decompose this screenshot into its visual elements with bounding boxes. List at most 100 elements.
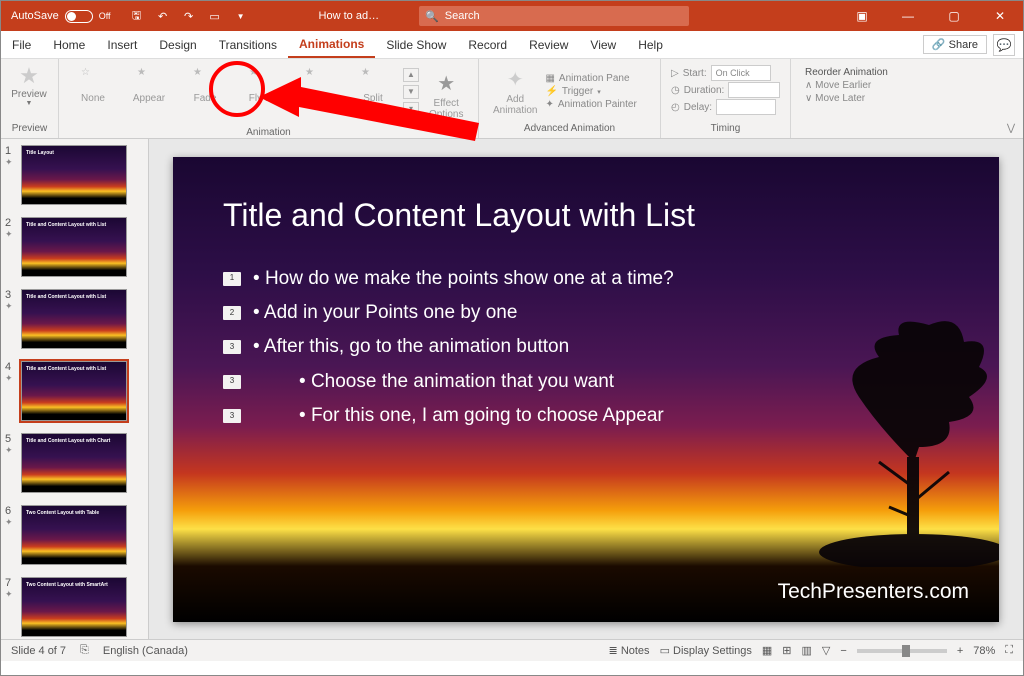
delay-label: Delay: — [684, 102, 712, 113]
zoom-in-icon[interactable]: + — [957, 645, 963, 657]
trigger-button[interactable]: ⚡Trigger ▾ — [545, 86, 636, 97]
fit-to-window-icon[interactable]: ⛶ — [1005, 644, 1013, 657]
delay-icon: ◴ — [671, 102, 680, 113]
effect-options-button[interactable]: ★ Effect Options — [423, 67, 469, 124]
move-later-button[interactable]: ∨ Move Later — [805, 93, 985, 104]
sorter-view-icon[interactable]: ⊞ — [782, 644, 791, 657]
normal-view-icon[interactable]: ▦ — [762, 644, 772, 657]
trigger-icon: ⚡ — [545, 86, 557, 97]
thumbnail-3[interactable]: 3✦Title and Content Layout with List — [1, 283, 148, 355]
animation-painter-button[interactable]: ✦Animation Painter — [545, 99, 636, 110]
anim-float-in[interactable]: ★Float In — [291, 67, 343, 104]
tab-review[interactable]: Review — [518, 31, 579, 58]
tab-view[interactable]: View — [579, 31, 627, 58]
zoom-level[interactable]: 78% — [973, 645, 995, 657]
gallery-more[interactable]: ▲▼▾ — [403, 67, 419, 117]
tab-transitions[interactable]: Transitions — [208, 31, 288, 58]
slide-canvas[interactable]: Title and Content Layout with List 1• Ho… — [149, 139, 1023, 639]
move-earlier-button[interactable]: ∧ Move Earlier — [805, 80, 985, 91]
autosave-toggle[interactable]: AutoSave Off — [1, 10, 121, 23]
duration-label: Duration: — [684, 85, 725, 96]
animation-pane-button[interactable]: ▦Animation Pane — [545, 73, 636, 84]
language-button[interactable]: English (Canada) — [103, 645, 188, 657]
close-icon[interactable]: ✕ — [977, 9, 1023, 23]
anim-none[interactable]: ☆None — [67, 67, 119, 104]
qat-dropdown-icon[interactable]: ▼ — [233, 8, 249, 24]
tab-home[interactable]: Home — [42, 31, 96, 58]
thumbnail-5[interactable]: 5✦Title and Content Layout with Chart — [1, 427, 148, 499]
comments-button[interactable]: 💬 — [993, 34, 1015, 56]
thumbnail-6[interactable]: 6✦Two Content Layout with Table — [1, 499, 148, 571]
anim-tag[interactable]: 3 — [223, 340, 241, 354]
anim-tag[interactable]: 3 — [223, 409, 241, 423]
star-icon: ★ — [193, 67, 217, 91]
toggle-state: Off — [99, 11, 111, 21]
redo-icon[interactable]: ↷ — [181, 8, 197, 24]
bullet-text: How do we make the points show one at a … — [265, 268, 674, 289]
search-input[interactable]: 🔍 Search — [419, 6, 689, 26]
tab-help[interactable]: Help — [627, 31, 674, 58]
tab-slide-show[interactable]: Slide Show — [375, 31, 457, 58]
anim-tag[interactable]: 2 — [223, 306, 241, 320]
thumbnail-4[interactable]: 4✦Title and Content Layout with List — [1, 355, 148, 427]
clock-icon: ◷ — [671, 85, 680, 96]
notes-button[interactable]: ≣ Notes — [609, 644, 650, 657]
star-icon: ★ — [249, 67, 273, 91]
animation-gallery: ☆None ★Appear ★Fade ★Fly In ★Float In ★S… — [67, 63, 470, 124]
tab-design[interactable]: Design — [148, 31, 207, 58]
tab-record[interactable]: Record — [457, 31, 518, 58]
star-icon: ★ — [437, 71, 455, 96]
maximize-icon[interactable]: ▢ — [931, 9, 977, 23]
tree-silhouette — [739, 307, 999, 567]
tab-file[interactable]: File — [1, 31, 42, 58]
autosave-label: AutoSave — [11, 10, 59, 22]
zoom-out-icon[interactable]: − — [840, 645, 846, 657]
anim-fade[interactable]: ★Fade — [179, 67, 231, 104]
thumbnail-2[interactable]: 2✦Title and Content Layout with List — [1, 211, 148, 283]
add-animation-button[interactable]: ✦ Add Animation — [487, 63, 543, 120]
window-controls: ▣ ― ▢ ✕ — [839, 9, 1023, 23]
group-advanced-label: Advanced Animation — [487, 120, 652, 138]
zoom-slider[interactable] — [857, 649, 947, 653]
search-placeholder: Search — [445, 10, 480, 22]
anim-split[interactable]: ★Split — [347, 67, 399, 104]
document-title: How to ad… — [319, 10, 380, 22]
tab-insert[interactable]: Insert — [96, 31, 148, 58]
collapse-ribbon-icon[interactable]: ⋁ — [1007, 123, 1015, 134]
ribbon-display-icon[interactable]: ▣ — [839, 9, 885, 23]
tab-animations[interactable]: Animations — [288, 31, 375, 58]
preview-button[interactable]: ★ Preview ▼ — [9, 63, 49, 107]
group-timing-label: Timing — [669, 120, 782, 138]
quick-access-toolbar: 🖫 ↶ ↷ ▭ ▼ — [129, 8, 249, 24]
anim-fly-in[interactable]: ★Fly In — [235, 67, 287, 104]
star-icon: ★ — [361, 67, 385, 91]
save-icon[interactable]: 🖫 — [129, 8, 145, 24]
duration-input[interactable] — [728, 82, 780, 98]
slideshow-view-icon[interactable]: ▽ — [822, 644, 830, 657]
anim-tag[interactable]: 1 — [223, 272, 241, 286]
delay-input[interactable] — [716, 99, 776, 115]
start-select[interactable]: On Click — [711, 65, 771, 81]
thumbnail-7[interactable]: 7✦Two Content Layout with SmartArt — [1, 571, 148, 639]
start-slideshow-icon[interactable]: ▭ — [207, 8, 223, 24]
current-slide: Title and Content Layout with List 1• Ho… — [173, 157, 999, 622]
share-button[interactable]: 🔗 Share — [923, 35, 987, 54]
bullet-text: After this, go to the animation button — [264, 336, 569, 357]
undo-icon[interactable]: ↶ — [155, 8, 171, 24]
thumbnail-1[interactable]: 1✦Title Layout — [1, 139, 148, 211]
accessibility-icon[interactable]: ⎘ — [80, 644, 89, 657]
slide-counter[interactable]: Slide 4 of 7 — [11, 645, 66, 657]
chevron-down-icon: ▾ — [597, 88, 601, 96]
ribbon: ★ Preview ▼ Preview ☆None ★Appear ★Fade … — [1, 59, 1023, 139]
minimize-icon[interactable]: ― — [885, 9, 931, 23]
group-preview-label: Preview — [9, 120, 50, 138]
slide-title: Title and Content Layout with List — [223, 197, 949, 234]
bullet-text: Choose the animation that you want — [311, 371, 614, 392]
display-settings-button[interactable]: ▭ Display Settings — [660, 644, 752, 657]
painter-icon: ✦ — [545, 99, 553, 110]
anim-appear[interactable]: ★Appear — [123, 67, 175, 104]
star-icon: ★ — [305, 67, 329, 91]
anim-tag[interactable]: 3 — [223, 375, 241, 389]
reorder-label: Reorder Animation — [805, 67, 985, 78]
reading-view-icon[interactable]: ▥ — [802, 644, 812, 657]
